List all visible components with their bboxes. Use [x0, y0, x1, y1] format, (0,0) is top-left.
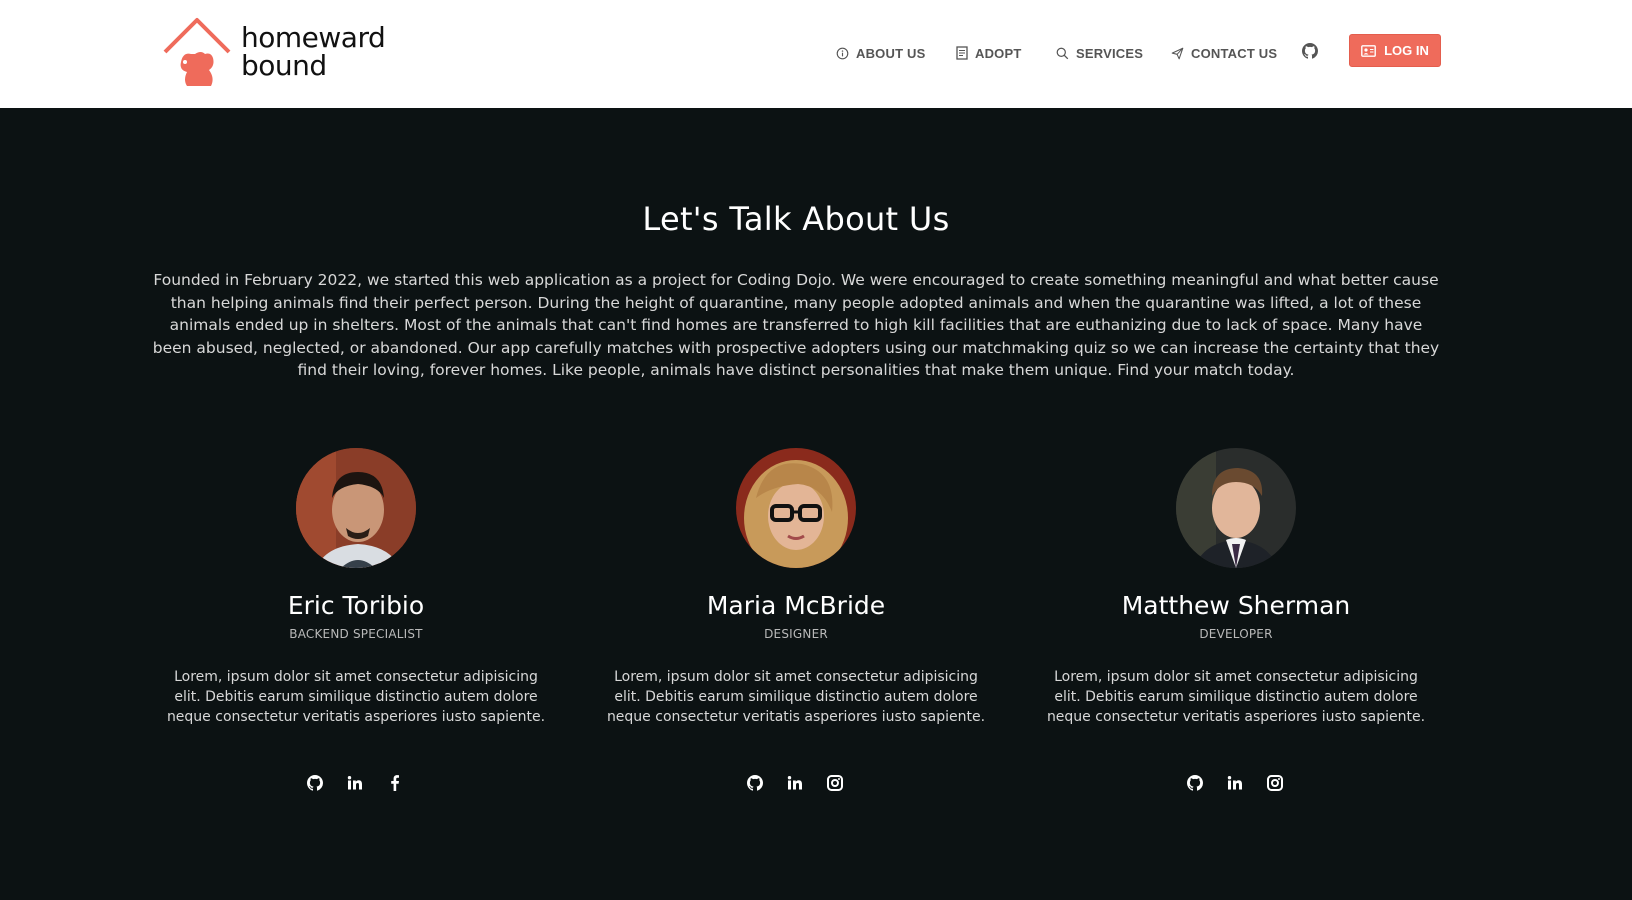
- github-icon[interactable]: [747, 775, 765, 793]
- facebook-icon[interactable]: [387, 775, 405, 793]
- member-name: Maria McBride: [706, 591, 886, 620]
- about-description: Founded in February 2022, we started thi…: [152, 271, 1440, 379]
- page-title: Let's Talk About Us: [642, 200, 950, 238]
- avatar: [296, 448, 416, 568]
- brand-line-1: homeward: [241, 21, 386, 54]
- team-member-card: Matthew Sherman DEVELOPER Lorem, ipsum d…: [1016, 448, 1456, 793]
- github-nav-icon[interactable]: [1302, 43, 1318, 63]
- member-role: DEVELOPER: [1199, 627, 1273, 641]
- member-name: Eric Toribio: [287, 591, 425, 620]
- nav-adopt[interactable]: ADOPT: [956, 42, 1022, 64]
- member-role: DESIGNER: [764, 627, 828, 641]
- nav-adopt-label: ADOPT: [975, 45, 1022, 61]
- send-icon: [1171, 47, 1184, 59]
- login-button[interactable]: LOG IN: [1349, 34, 1441, 67]
- nav-about-us-label: ABOUT US: [856, 45, 926, 61]
- member-socials: [576, 775, 1016, 793]
- nav-contact-us[interactable]: CONTACT US: [1171, 42, 1277, 64]
- member-socials: [136, 775, 576, 793]
- info-icon: [836, 47, 849, 59]
- avatar: [736, 448, 856, 568]
- brand-name: homeward bound: [241, 21, 386, 82]
- instagram-icon[interactable]: [1267, 775, 1285, 793]
- team-member-card: Eric Toribio BACKEND SPECIALIST Lorem, i…: [136, 448, 576, 793]
- nav-contact-us-label: CONTACT US: [1191, 45, 1278, 61]
- nav-services-label: SERVICES: [1076, 45, 1144, 61]
- navbar: homeward bound ABOUT US ADOPT SERVICES C…: [0, 0, 1632, 108]
- member-bio: Lorem, ipsum dolor sit amet consectetur …: [606, 669, 986, 725]
- brand-logo[interactable]: homeward bound: [161, 16, 401, 90]
- team-member-card: Maria McBride DESIGNER Lorem, ipsum dolo…: [576, 448, 1016, 793]
- document-icon: [956, 46, 968, 60]
- login-label: LOG IN: [1384, 43, 1429, 58]
- nav-about-us[interactable]: ABOUT US: [836, 42, 926, 64]
- member-name: Matthew Sherman: [1121, 591, 1351, 620]
- member-bio: Lorem, ipsum dolor sit amet consectetur …: [166, 669, 546, 725]
- linkedin-icon[interactable]: [347, 775, 365, 793]
- instagram-icon[interactable]: [827, 775, 845, 793]
- house-dog-logo-icon: [163, 18, 231, 86]
- github-icon[interactable]: [1187, 775, 1205, 793]
- brand-line-2: bound: [241, 49, 327, 82]
- id-card-icon: [1361, 44, 1377, 57]
- linkedin-icon[interactable]: [1227, 775, 1245, 793]
- member-role: BACKEND SPECIALIST: [289, 627, 423, 641]
- member-bio: Lorem, ipsum dolor sit amet consectetur …: [1046, 669, 1426, 725]
- nav-services[interactable]: SERVICES: [1056, 42, 1143, 64]
- member-socials: [1016, 775, 1456, 793]
- github-icon[interactable]: [307, 775, 325, 793]
- linkedin-icon[interactable]: [787, 775, 805, 793]
- search-icon: [1056, 47, 1069, 59]
- avatar: [1176, 448, 1296, 568]
